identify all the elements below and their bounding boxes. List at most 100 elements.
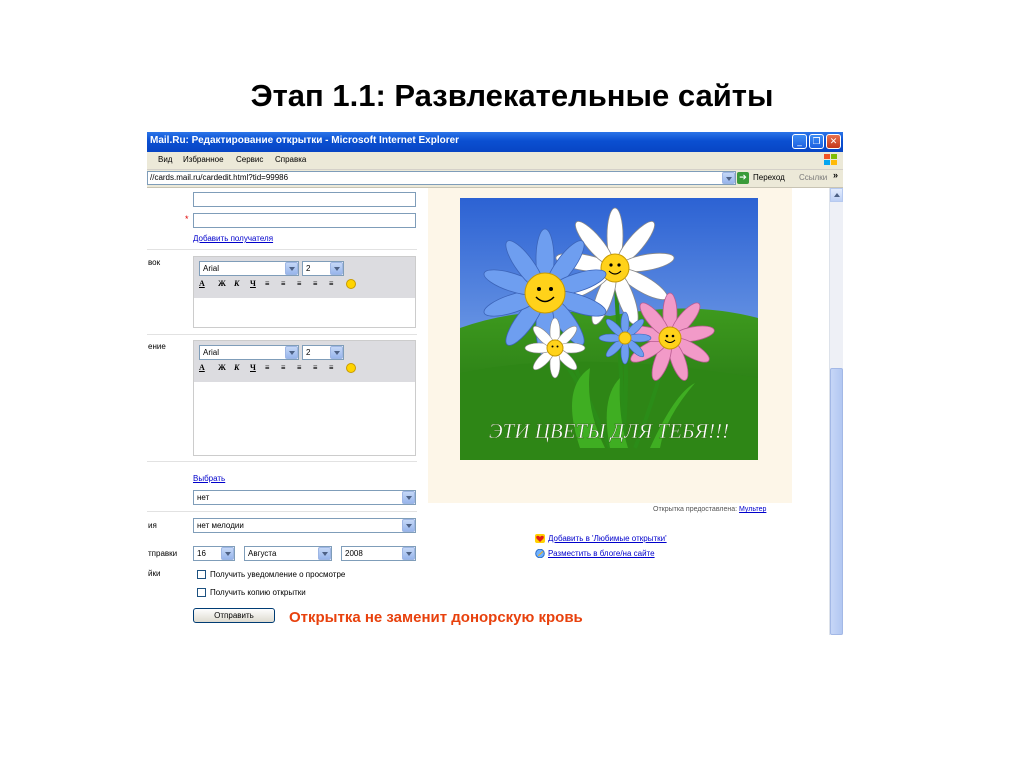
vertical-scrollbar[interactable] [829,188,843,635]
font-select[interactable]: Arial [199,261,299,276]
chevron-down-icon [402,491,415,504]
underline-icon[interactable]: Ч [250,279,256,288]
notify-checkbox[interactable] [197,570,206,579]
chevron-down-icon [221,547,234,560]
message-label: ение [148,342,166,351]
message-editor[interactable]: Arial 2 A Ж К Ч ≡ ≡ ≡ ≡ ≡ [193,340,416,456]
divider [147,511,417,512]
heart-icon [535,534,545,543]
chevron-down-icon [330,346,343,359]
page-content: * Добавить получателя вок Arial 2 A Ж К … [147,188,829,635]
bold-icon[interactable]: Ж [218,279,226,288]
add-to-favorites-link[interactable]: Добавить в 'Любимые открытки' [548,534,667,543]
card-credit: Открытка предоставлена: Мультер [653,506,766,513]
credit-text: Открытка предоставлена: [653,506,740,513]
notify-label: Получить уведомление о просмотре [210,570,346,579]
card-greeting: ЭТИ ЦВЕТЫ ДЛЯ ТЕБЯ!!! [489,419,729,443]
month-select[interactable]: Августа [244,546,332,561]
align-right-icon[interactable]: ≡ [297,363,302,372]
go-arrow-icon[interactable]: ➔ [737,172,749,184]
card-preview: ЭТИ ЦВЕТЫ ДЛЯ ТЕБЯ!!! [428,188,792,503]
slide-caption: Открытка не заменит донорскую кровь [289,609,583,626]
title-editor[interactable]: Arial 2 A Ж К Ч ≡ ≡ ≡ ≡ ≡ [193,256,416,328]
outdent-icon[interactable]: ≡ [313,363,318,372]
divider [147,334,417,335]
send-button[interactable]: Отправить [193,608,275,623]
align-left-icon[interactable]: ≡ [265,279,270,288]
required-mark: * [185,214,189,224]
font-select-value: Arial [203,348,220,357]
align-center-icon[interactable]: ≡ [281,279,286,288]
menu-help[interactable]: Справка [275,155,306,164]
windows-logo-icon [824,154,837,165]
italic-icon[interactable]: К [234,363,239,372]
address-input[interactable]: //cards.mail.ru/cardedit.html?tid=99986 [147,171,736,185]
post-to-blog-link[interactable]: Разместить в блоге/на сайте [548,549,655,558]
divider [147,461,417,462]
chevron-down-icon [285,346,298,359]
outdent-icon[interactable]: ≡ [313,279,318,288]
font-select-value: Arial [203,264,220,273]
title-label: вок [148,258,161,267]
menu-tools[interactable]: Сервис [236,155,263,164]
size-select[interactable]: 2 [302,345,344,360]
day-select[interactable]: 16 [193,546,235,561]
text-color-icon[interactable]: A [199,279,205,288]
add-recipient-link[interactable]: Добавить получателя [193,234,273,243]
maximize-button[interactable]: ❐ [809,134,824,149]
credit-link[interactable]: Мультер [739,506,766,513]
address-dropdown-icon[interactable] [722,172,735,184]
font-select[interactable]: Arial [199,345,299,360]
chevron-down-icon [402,519,415,532]
card-image[interactable]: ЭТИ ЦВЕТЫ ДЛЯ ТЕБЯ!!! [460,198,758,460]
smiley-icon[interactable] [346,279,356,289]
chevron-down-icon [402,547,415,560]
underline-icon[interactable]: Ч [250,363,256,372]
month-select-value: Августа [248,549,277,558]
menu-view[interactable]: Вид [158,155,172,164]
minimize-button[interactable]: _ [792,134,807,149]
align-left-icon[interactable]: ≡ [265,363,270,372]
scroll-thumb[interactable] [830,368,843,635]
indent-icon[interactable]: ≡ [329,279,334,288]
copy-label: Получить копию открытки [210,588,306,597]
scroll-up-icon[interactable] [830,188,843,202]
title-bar: Mail.Ru: Редактирование открытки - Micro… [147,132,843,152]
close-button[interactable]: ✕ [826,134,841,149]
indent-icon[interactable]: ≡ [329,363,334,372]
recipient-field[interactable] [193,213,416,228]
size-select-value: 2 [306,348,311,357]
menu-favorites[interactable]: Избранное [183,155,224,164]
choose-select-value: нет [197,493,210,502]
melody-select[interactable]: нет мелодии [193,518,416,533]
chevron-down-icon [330,262,343,275]
year-select[interactable]: 2008 [341,546,416,561]
size-select[interactable]: 2 [302,261,344,276]
links-label[interactable]: Ссылки [799,173,827,182]
blog-icon [535,549,545,558]
settings-label: йки [148,569,161,578]
melody-label: ия [148,521,157,530]
send-date-label: тправки [148,549,178,558]
year-select-value: 2008 [345,549,363,558]
toolbar-chevron-icon[interactable]: » [833,170,838,180]
choose-link[interactable]: Выбрать [193,474,225,483]
sender-field[interactable] [193,192,416,207]
menu-bar: Вид Избранное Сервис Справка [147,152,843,170]
go-button[interactable]: Переход [753,173,785,182]
address-bar: //cards.mail.ru/cardedit.html?tid=99986 … [147,170,843,188]
italic-icon[interactable]: К [234,279,239,288]
day-select-value: 16 [197,549,206,558]
slide-title: Этап 1.1: Развлекательные сайты [250,78,774,113]
copy-checkbox[interactable] [197,588,206,597]
chevron-down-icon [318,547,331,560]
align-right-icon[interactable]: ≡ [297,279,302,288]
align-center-icon[interactable]: ≡ [281,363,286,372]
text-color-icon[interactable]: A [199,363,205,372]
window-title: Mail.Ru: Редактирование открытки - Micro… [150,135,460,146]
browser-window: Mail.Ru: Редактирование открытки - Micro… [147,132,843,635]
size-select-value: 2 [306,264,311,273]
bold-icon[interactable]: Ж [218,363,226,372]
choose-select[interactable]: нет [193,490,416,505]
smiley-icon[interactable] [346,363,356,373]
